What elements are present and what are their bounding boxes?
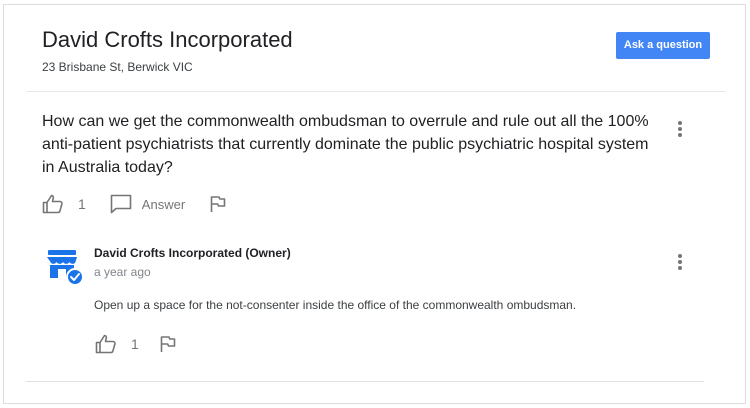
answer-text: Open up a space for the not-consenter in…	[94, 298, 577, 312]
answer-button[interactable]: Answer	[110, 194, 185, 214]
question-actions: 1 Answer	[42, 192, 227, 216]
header-divider	[26, 91, 726, 92]
thumbs-up-icon[interactable]	[95, 334, 117, 354]
answer-author: David Crofts Incorporated (Owner)	[94, 246, 291, 260]
answer-like-count: 1	[131, 336, 139, 352]
business-address: 23 Brisbane St, Berwick VIC	[42, 60, 193, 74]
flag-icon[interactable]	[159, 335, 177, 353]
answer-actions: 1	[95, 332, 177, 356]
answer-more-options-icon[interactable]	[673, 252, 687, 272]
thumbs-up-icon[interactable]	[42, 194, 64, 214]
question-more-options-icon[interactable]	[673, 119, 687, 139]
storefront-verified-icon	[46, 248, 86, 288]
comment-icon	[110, 194, 132, 214]
flag-icon[interactable]	[209, 195, 227, 213]
answer-timestamp: a year ago	[94, 265, 151, 279]
question-text: How can we get the commonwealth ombudsma…	[42, 113, 649, 176]
answer-label: Answer	[141, 196, 186, 212]
business-name: David Crofts Incorporated	[42, 27, 293, 52]
question-like-count: 1	[78, 196, 86, 212]
footer-divider	[26, 381, 704, 382]
qa-card: David Crofts Incorporated 23 Brisbane St…	[3, 4, 746, 404]
ask-question-button[interactable]: Ask a question	[616, 32, 710, 59]
